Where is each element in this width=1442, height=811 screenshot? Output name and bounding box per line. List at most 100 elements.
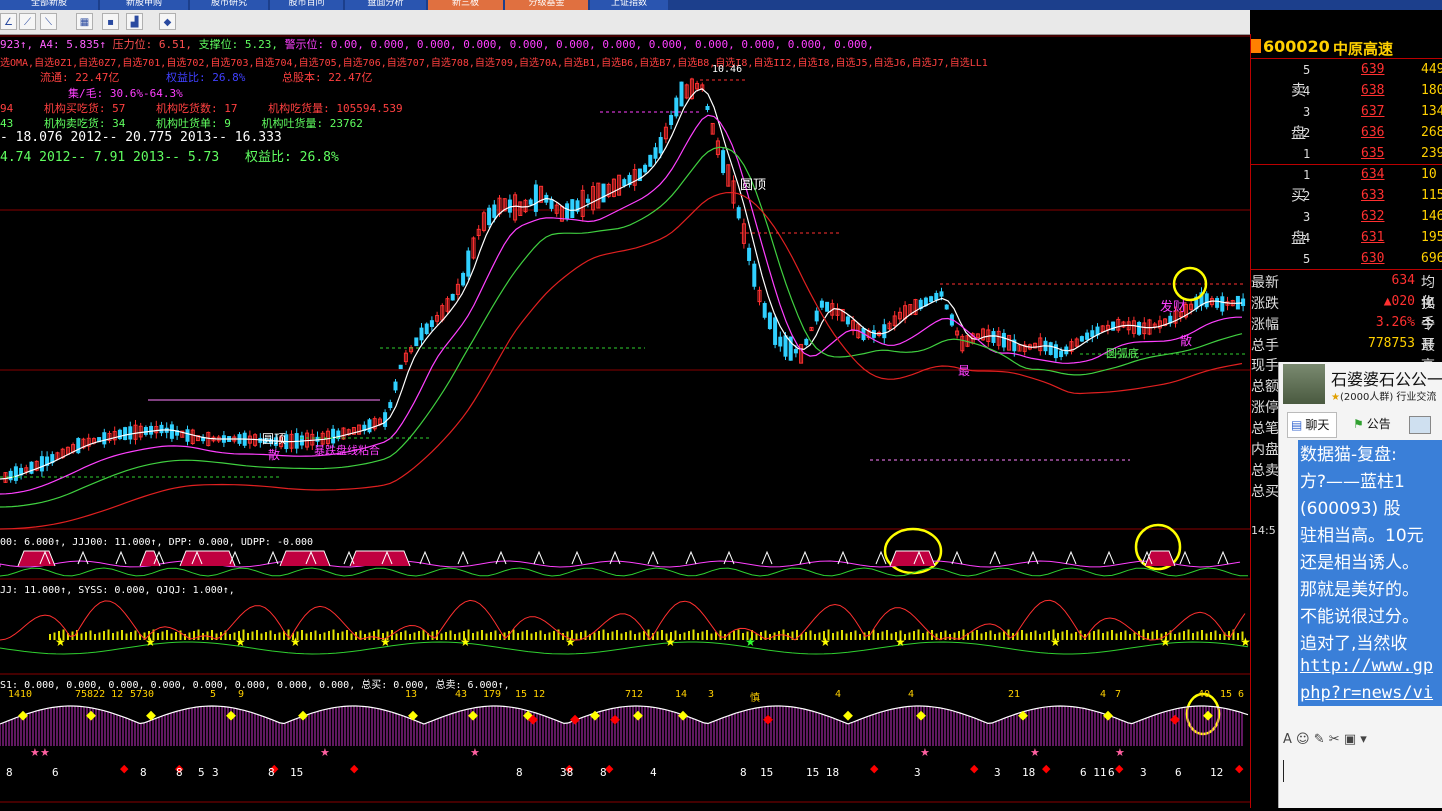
notice-icon: ⚑ bbox=[1353, 417, 1364, 431]
diamond-marker bbox=[468, 710, 478, 721]
candle-body bbox=[882, 324, 887, 339]
panel3-bottom-number: 8 bbox=[176, 766, 183, 779]
gross-ratio: 集/毛: 30.6%-64.3% bbox=[68, 87, 183, 100]
sell-row-4[interactable]: 4 638 180 bbox=[1251, 81, 1442, 102]
image-icon[interactable] bbox=[1409, 416, 1431, 434]
chat-message-bubble: 数据猫-复盘: 方?——蓝柱1 (600093) 股驻相当高。10元 还是相当诱人。那… bbox=[1298, 440, 1442, 706]
message-line: 不能说很过分。 bbox=[1300, 607, 1419, 627]
candle-body bbox=[1204, 293, 1209, 308]
note-icon[interactable]: ▪ bbox=[102, 13, 119, 30]
warning-level: 警示位: 0.00, 0.000, 0.000, 0.000, 0.000, 0… bbox=[284, 38, 874, 51]
kline-chart-area[interactable]: ★ ★ ★ ★ ★ ★ ★ ★ ★ ★ ★ ★ ★ ★ ★ ★ ★ ★ ★ ★ ★ ◆ ◆ ◆ ◆ ◆ ◆ ◆ ◆ ◆ ◆ ◆ 923↑, … bbox=[0, 34, 1251, 808]
angle-tool-icon[interactable]: ∠ bbox=[0, 13, 17, 30]
star-icon: ★ bbox=[1050, 635, 1061, 649]
emoji-icon[interactable]: ☺ bbox=[1296, 732, 1310, 747]
stat-label-1: 总额 bbox=[1251, 379, 1279, 395]
candle-body bbox=[669, 114, 674, 126]
candle-body bbox=[159, 424, 164, 434]
panel3-bottom-number: 15 bbox=[760, 766, 774, 779]
indicator-panel-1 bbox=[0, 550, 1248, 577]
panel3-bottom-number: 4 bbox=[650, 766, 657, 779]
panel3-number: 5 bbox=[210, 689, 217, 700]
message-link[interactable]: php?r=news/vi bbox=[1300, 683, 1433, 703]
notice-tab[interactable]: ⚑ 公告 bbox=[1353, 412, 1391, 436]
buy-row-4[interactable]: 4 631 195 bbox=[1251, 228, 1442, 249]
diamond-icon[interactable]: ◆ bbox=[159, 13, 176, 30]
star-icon: ★ bbox=[1115, 746, 1125, 759]
diamond-marker-red bbox=[1170, 714, 1180, 725]
candle-body bbox=[1048, 342, 1053, 355]
panel3-number: 14 bbox=[675, 689, 688, 700]
stat-label: 最新 bbox=[1251, 275, 1279, 291]
panel3-number: 15 12 bbox=[515, 689, 546, 700]
candle-body bbox=[1085, 332, 1090, 340]
star-icon: ★ bbox=[30, 746, 40, 759]
candle-body bbox=[819, 300, 824, 308]
price: 639 bbox=[1361, 62, 1385, 77]
sell-row-1[interactable]: 1 635 239 bbox=[1251, 144, 1442, 165]
volume: 239 bbox=[1421, 146, 1442, 161]
magic-icon[interactable]: ✎ bbox=[1314, 732, 1325, 747]
price: 630 bbox=[1361, 251, 1385, 266]
chat-tab[interactable]: ▤ 聊天 bbox=[1287, 412, 1337, 438]
line-tool-icon[interactable]: ⟋ bbox=[19, 13, 36, 30]
buy-row-1[interactable]: 1 634 10 bbox=[1251, 165, 1442, 186]
stat-row-1: 涨跌 ▲020 换手 bbox=[1251, 292, 1442, 332]
tab-1[interactable]: 新股申购 bbox=[100, 0, 188, 10]
group-avatar[interactable] bbox=[1283, 364, 1325, 404]
level: 2 bbox=[1303, 189, 1311, 203]
candle-body bbox=[398, 364, 403, 370]
chart-settings-icon[interactable]: ▟ bbox=[126, 13, 143, 30]
ray-tool-icon[interactable]: ⟍ bbox=[40, 13, 57, 30]
more-icon[interactable]: ▾ bbox=[1360, 732, 1367, 747]
panel3-number: 9 bbox=[238, 689, 245, 700]
tab-2[interactable]: 股市研究 bbox=[190, 0, 268, 10]
group-name[interactable]: 石婆婆石公公一 bbox=[1331, 366, 1442, 390]
font-icon[interactable]: A bbox=[1283, 732, 1292, 747]
candle-body bbox=[648, 154, 653, 167]
level: 2 bbox=[1303, 126, 1311, 140]
sell-row-5[interactable]: 5 639 449 bbox=[1251, 60, 1442, 81]
tab-7[interactable]: 上证指数 bbox=[590, 0, 668, 10]
price: 634 bbox=[1361, 167, 1385, 182]
message-link[interactable]: http://www.gp bbox=[1300, 656, 1433, 676]
diamond-icon: ◆ bbox=[1042, 762, 1051, 775]
screenshot-icon[interactable]: ✂ bbox=[1329, 732, 1340, 747]
buy-row-3[interactable]: 3 632 146 bbox=[1251, 207, 1442, 228]
panel3-bottom-number: 15 18 bbox=[806, 766, 840, 779]
tab-5[interactable]: 新三板 bbox=[428, 0, 503, 10]
candle-body bbox=[679, 81, 684, 107]
candle-body bbox=[492, 204, 497, 218]
panel2-line-2 bbox=[0, 641, 1249, 655]
support-level: 支撑位: 5.23, bbox=[198, 38, 278, 51]
inst-sell-vol: 机构吐货量: 23762 bbox=[261, 117, 363, 130]
candle-body bbox=[934, 292, 939, 301]
tab-3[interactable]: 股市百问 bbox=[270, 0, 343, 10]
panel1-block bbox=[889, 550, 936, 567]
stat-label: 涨跌 bbox=[1251, 296, 1279, 312]
candle-body bbox=[1215, 297, 1220, 308]
price: 636 bbox=[1361, 125, 1385, 140]
tab-4[interactable]: 盘面分析 bbox=[345, 0, 426, 10]
buy-row-2[interactable]: 2 633 115 bbox=[1251, 186, 1442, 207]
picture-icon[interactable]: ▣ bbox=[1344, 732, 1356, 747]
table-icon[interactable]: ▦ bbox=[76, 13, 93, 30]
tab-0[interactable]: 全部新股 bbox=[0, 0, 98, 10]
sell-row-3[interactable]: 3 637 134 bbox=[1251, 102, 1442, 123]
candle-body bbox=[752, 263, 757, 287]
candle-body bbox=[1241, 298, 1246, 307]
candle-body bbox=[674, 97, 679, 117]
panel1-peak bbox=[419, 550, 431, 565]
sell-row-2[interactable]: 2 636 268 bbox=[1251, 123, 1442, 144]
price: 631 bbox=[1361, 230, 1385, 245]
indicator-panel-3: ★ ★ ★ ★ ★ ★ ★◆ ◆ ◆ ◆ ◆ ◆ ◆ ◆ ◆ ◆ ◆ bbox=[0, 705, 1249, 775]
level: 1 bbox=[1303, 168, 1311, 182]
scatter-label-2: 散 bbox=[1180, 334, 1193, 348]
buy-row-5[interactable]: 5 630 696 bbox=[1251, 249, 1442, 270]
panel3-number: 1410 bbox=[8, 689, 33, 700]
input-cursor[interactable] bbox=[1283, 760, 1284, 782]
candle-body bbox=[991, 331, 996, 343]
message-line: 方?——蓝柱1 bbox=[1300, 472, 1405, 492]
tab-6[interactable]: 分级基金 bbox=[505, 0, 588, 10]
profit-history: 4.74 2012-- 7.91 2013-- 5.73 bbox=[0, 150, 220, 165]
